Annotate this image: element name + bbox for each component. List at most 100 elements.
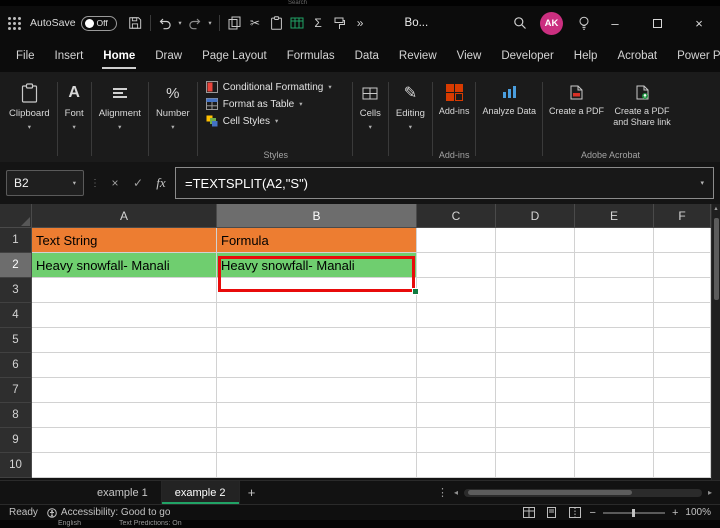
cell-C9[interactable] xyxy=(417,428,496,453)
create-pdf-share-button[interactable]: Create a PDF and Share link xyxy=(608,74,676,128)
vertical-scrollbar-thumb[interactable] xyxy=(714,218,719,300)
app-launcher-icon[interactable] xyxy=(8,17,21,30)
search-icon[interactable] xyxy=(509,12,530,34)
undo-chevron-icon[interactable]: ▾ xyxy=(176,19,185,27)
cell-A1[interactable]: Text String xyxy=(32,228,217,253)
fill-handle[interactable] xyxy=(412,288,419,295)
maximize-button[interactable] xyxy=(636,6,678,40)
cell-C4[interactable] xyxy=(417,303,496,328)
cut-icon[interactable]: ✂ xyxy=(245,12,266,34)
cell-D2[interactable] xyxy=(496,253,575,278)
autosum-icon[interactable]: Σ xyxy=(308,12,329,34)
sheet-tab-example-1[interactable]: example 1 xyxy=(84,481,162,504)
cell-A3[interactable] xyxy=(32,278,217,303)
user-avatar[interactable]: AK xyxy=(540,12,563,35)
qat-overflow-icon[interactable]: » xyxy=(350,12,371,34)
redo-icon[interactable] xyxy=(185,12,206,34)
ribbon-tab-file[interactable]: File xyxy=(6,40,45,72)
cell-D3[interactable] xyxy=(496,278,575,303)
cell-F10[interactable] xyxy=(654,453,711,478)
undo-icon[interactable] xyxy=(155,12,176,34)
name-box[interactable]: B2 ▾ xyxy=(6,170,84,196)
horizontal-scrollbar[interactable] xyxy=(464,489,702,497)
cell-A10[interactable] xyxy=(32,453,217,478)
lightbulb-icon[interactable] xyxy=(573,12,594,34)
ribbon-tab-acrobat[interactable]: Acrobat xyxy=(607,40,667,72)
cell-B2[interactable]: Heavy snowfall- Manali xyxy=(217,253,417,278)
ribbon-tab-page-layout[interactable]: Page Layout xyxy=(192,40,277,72)
cell-C3[interactable] xyxy=(417,278,496,303)
cell-B1[interactable]: Formula xyxy=(217,228,417,253)
zoom-slider[interactable] xyxy=(603,512,665,514)
cells-group[interactable]: Cells ▾ xyxy=(355,74,386,162)
hscroll-right-icon[interactable]: ▸ xyxy=(708,488,712,497)
row-header-9[interactable]: 9 xyxy=(0,428,32,453)
zoom-out-icon[interactable]: − xyxy=(590,507,596,519)
cell-A2[interactable]: Heavy snowfall- Manali xyxy=(32,253,217,278)
cell-E3[interactable] xyxy=(575,278,654,303)
ribbon-tab-insert[interactable]: Insert xyxy=(45,40,94,72)
zoom-slider-thumb[interactable] xyxy=(632,509,635,517)
cell-F1[interactable] xyxy=(654,228,711,253)
create-pdf-button[interactable]: Create a PDF xyxy=(545,74,608,128)
cell-D8[interactable] xyxy=(496,403,575,428)
cell-B3[interactable] xyxy=(217,278,417,303)
cell-F8[interactable] xyxy=(654,403,711,428)
column-header-A[interactable]: A xyxy=(32,204,217,228)
cell-C8[interactable] xyxy=(417,403,496,428)
column-header-E[interactable]: E xyxy=(575,204,654,228)
number-group[interactable]: % Number ▾ xyxy=(151,74,195,162)
accessibility-status[interactable]: Accessibility: Good to go xyxy=(47,507,171,518)
font-group[interactable]: A Font ▾ xyxy=(60,74,89,162)
conditional-formatting-button[interactable]: Conditional Formatting ▾ xyxy=(206,81,332,93)
cell-E4[interactable] xyxy=(575,303,654,328)
cell-B6[interactable] xyxy=(217,353,417,378)
sheet-tab-example-2[interactable]: example 2 xyxy=(162,481,240,504)
ribbon-tab-help[interactable]: Help xyxy=(564,40,608,72)
cell-A5[interactable] xyxy=(32,328,217,353)
cell-E6[interactable] xyxy=(575,353,654,378)
addins-button[interactable]: Add-ins xyxy=(435,74,474,117)
cell-C1[interactable] xyxy=(417,228,496,253)
hscroll-left-icon[interactable]: ◂ xyxy=(454,488,458,497)
save-icon[interactable] xyxy=(125,12,146,34)
ribbon-tab-formulas[interactable]: Formulas xyxy=(277,40,345,72)
sheet-options-icon[interactable]: ⋮ xyxy=(437,486,448,499)
redo-chevron-icon[interactable]: ▾ xyxy=(206,19,215,27)
page-layout-view-icon[interactable] xyxy=(544,506,560,520)
horizontal-scrollbar-thumb[interactable] xyxy=(468,490,632,495)
row-header-10[interactable]: 10 xyxy=(0,453,32,478)
column-header-B[interactable]: B xyxy=(217,204,417,228)
formula-input[interactable]: =TEXTSPLIT(A2,"S") ▾ xyxy=(175,167,714,199)
cell-E1[interactable] xyxy=(575,228,654,253)
ribbon-tab-power-pivot[interactable]: Power Pivot xyxy=(667,40,720,72)
close-button[interactable]: × xyxy=(678,6,720,40)
ribbon-tab-data[interactable]: Data xyxy=(345,40,389,72)
cell-D4[interactable] xyxy=(496,303,575,328)
insert-function-icon[interactable]: fx xyxy=(152,173,170,193)
cell-A7[interactable] xyxy=(32,378,217,403)
row-header-8[interactable]: 8 xyxy=(0,403,32,428)
cell-E7[interactable] xyxy=(575,378,654,403)
paste-icon[interactable] xyxy=(266,12,287,34)
cell-E10[interactable] xyxy=(575,453,654,478)
copy-icon[interactable] xyxy=(224,12,245,34)
alignment-group[interactable]: Alignment ▾ xyxy=(94,74,146,162)
cell-A8[interactable] xyxy=(32,403,217,428)
formula-bar-expand-icon[interactable]: ▾ xyxy=(700,179,704,187)
select-all-corner[interactable] xyxy=(0,204,32,228)
new-sheet-button[interactable]: + xyxy=(240,485,264,500)
row-header-1[interactable]: 1 xyxy=(0,228,32,253)
autosave-toggle[interactable]: AutoSave Off xyxy=(30,16,117,31)
cell-C2[interactable] xyxy=(417,253,496,278)
cell-C6[interactable] xyxy=(417,353,496,378)
row-header-3[interactable]: 3 xyxy=(0,278,32,303)
row-header-7[interactable]: 7 xyxy=(0,378,32,403)
page-break-view-icon[interactable] xyxy=(567,506,583,520)
cell-C5[interactable] xyxy=(417,328,496,353)
normal-view-icon[interactable] xyxy=(521,506,537,520)
cell-A9[interactable] xyxy=(32,428,217,453)
column-header-C[interactable]: C xyxy=(417,204,496,228)
ribbon-tab-draw[interactable]: Draw xyxy=(145,40,192,72)
column-header-D[interactable]: D xyxy=(496,204,575,228)
